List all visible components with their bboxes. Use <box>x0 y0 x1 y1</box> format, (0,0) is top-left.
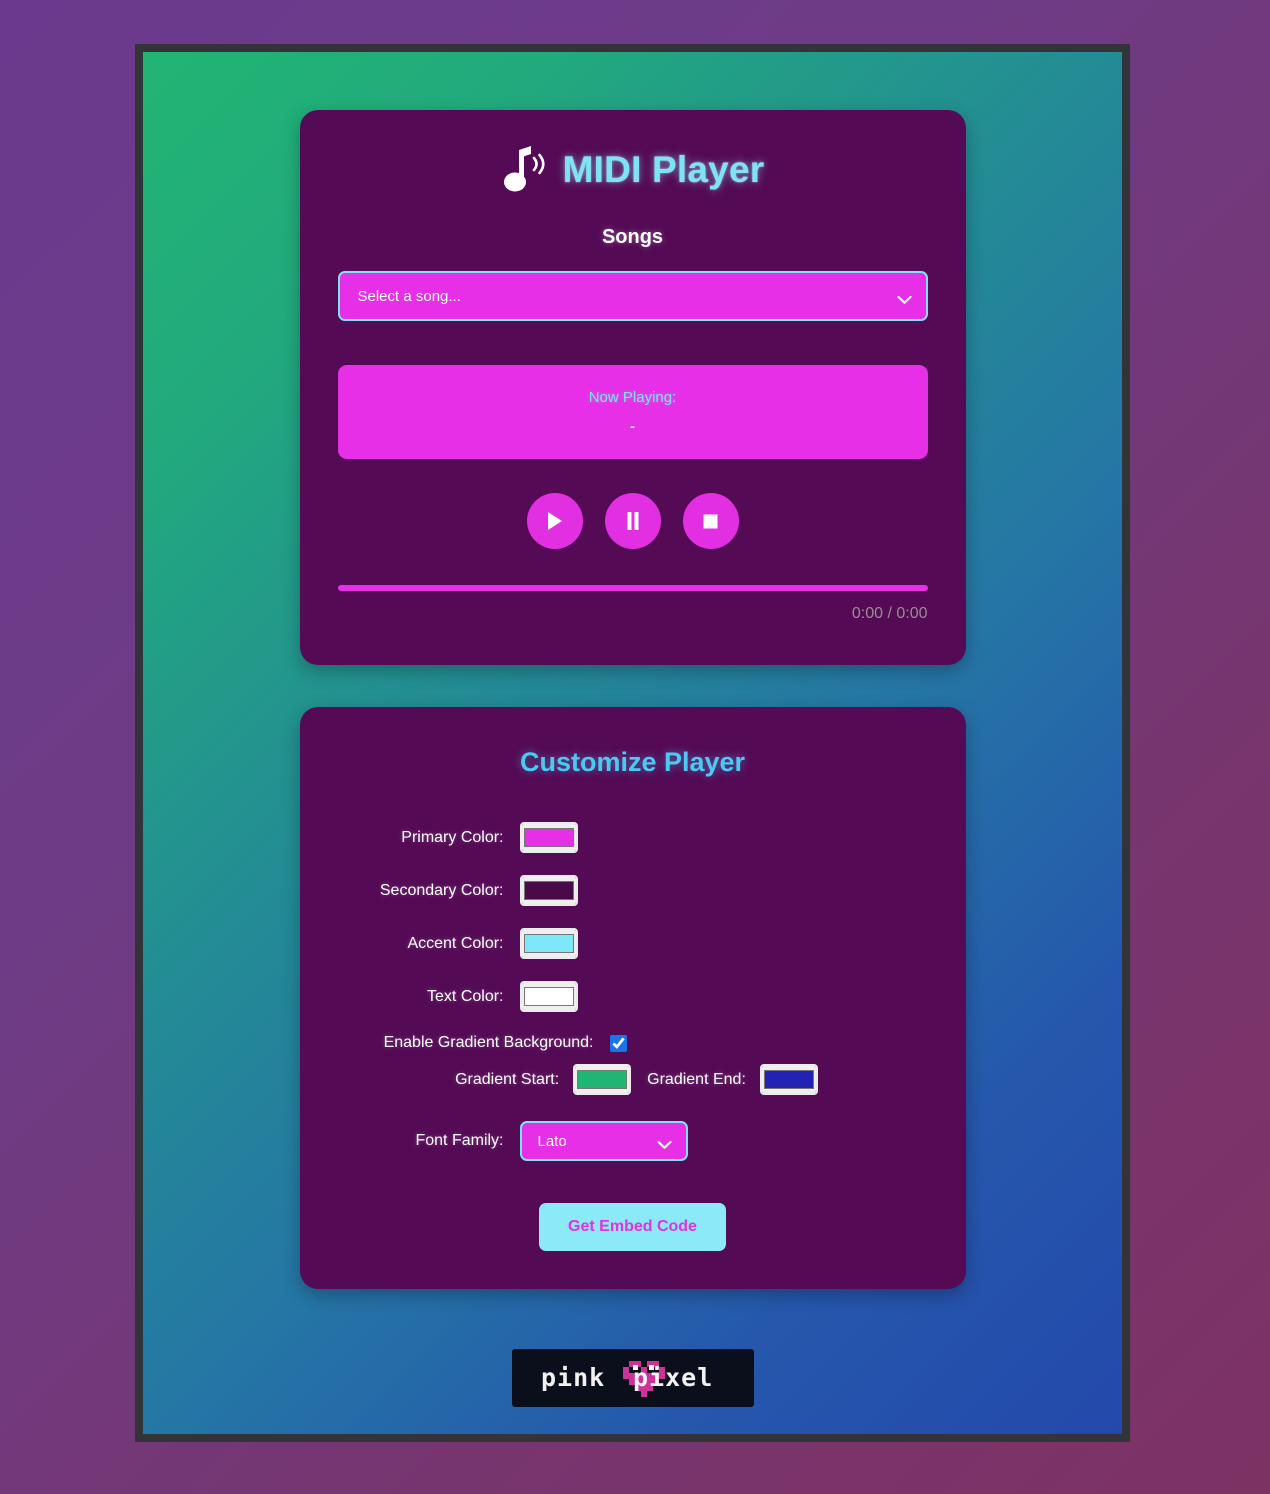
get-embed-code-button[interactable]: Get Embed Code <box>539 1203 726 1251</box>
stop-button[interactable] <box>682 493 739 549</box>
pause-button[interactable] <box>604 493 661 549</box>
pinkpixel-logo[interactable]: pink pixel <box>511 1349 754 1407</box>
embed-button-wrapper: Get Embed Code <box>338 1203 928 1251</box>
gradient-colors-row: Gradient Start: Gradient End: <box>338 1064 928 1095</box>
gradient-start-label: Gradient Start: <box>455 1070 560 1088</box>
songs-section-label: Songs <box>601 226 664 248</box>
song-select-wrapper: Select a song... <box>337 271 928 321</box>
gradient-end-picker[interactable] <box>759 1064 818 1095</box>
text-color-row: Text Color: <box>338 981 928 1012</box>
primary-color-row: Primary Color: <box>338 822 928 853</box>
music-note-icon <box>501 144 549 196</box>
page-title: MIDI Player <box>562 149 765 190</box>
secondary-color-label: Secondary Color: <box>379 881 504 899</box>
now-playing-track-title: - <box>630 418 635 435</box>
app-header: MIDI Player <box>338 144 928 196</box>
gradient-toggle-row: Enable Gradient Background: <box>338 1034 928 1052</box>
accent-color-row: Accent Color: <box>338 928 928 959</box>
gradient-enabled-checkbox[interactable] <box>609 1034 627 1052</box>
song-select[interactable]: Select a song... <box>337 271 928 321</box>
svg-text:pink: pink <box>541 1363 605 1392</box>
gradient-toggle-label: Enable Gradient Background: <box>383 1034 594 1051</box>
midi-player-card: MIDI Player Songs Select a song... Now P… <box>299 110 966 665</box>
accent-color-picker[interactable] <box>519 928 578 959</box>
secondary-color-row: Secondary Color: <box>338 875 928 906</box>
pinkpixel-logo-icon: pink pixel <box>533 1355 733 1401</box>
primary-color-picker[interactable] <box>519 822 578 853</box>
text-color-label: Text Color: <box>427 987 504 1005</box>
play-button[interactable] <box>526 493 583 549</box>
primary-color-label: Primary Color: <box>401 828 504 846</box>
svg-text:pixel: pixel <box>633 1363 713 1392</box>
time-display: 0:00 / 0:00 <box>851 605 928 622</box>
customize-player-card: Customize Player Primary Color: Secondar… <box>299 707 966 1289</box>
device-frame: MIDI Player Songs Select a song... Now P… <box>135 44 1130 1442</box>
font-family-row: Font Family: Lato <box>338 1121 928 1161</box>
transport-controls <box>338 493 928 549</box>
customize-title: Customize Player <box>519 747 746 777</box>
pause-icon <box>625 511 641 531</box>
accent-color-label: Accent Color: <box>407 934 504 952</box>
app-viewport: MIDI Player Songs Select a song... Now P… <box>143 52 1122 1434</box>
progress-bar[interactable] <box>337 585 928 591</box>
gradient-end-label: Gradient End: <box>647 1070 746 1088</box>
now-playing-panel: Now Playing: - <box>337 365 928 459</box>
play-icon <box>546 511 564 531</box>
secondary-color-picker[interactable] <box>519 875 578 906</box>
stop-icon <box>702 513 719 530</box>
gradient-start-picker[interactable] <box>573 1064 632 1095</box>
font-select-wrapper: Lato <box>519 1121 688 1161</box>
font-family-label: Font Family: <box>415 1132 504 1149</box>
text-color-picker[interactable] <box>519 981 578 1012</box>
font-family-select[interactable]: Lato <box>519 1121 688 1161</box>
now-playing-label: Now Playing: <box>588 389 677 406</box>
